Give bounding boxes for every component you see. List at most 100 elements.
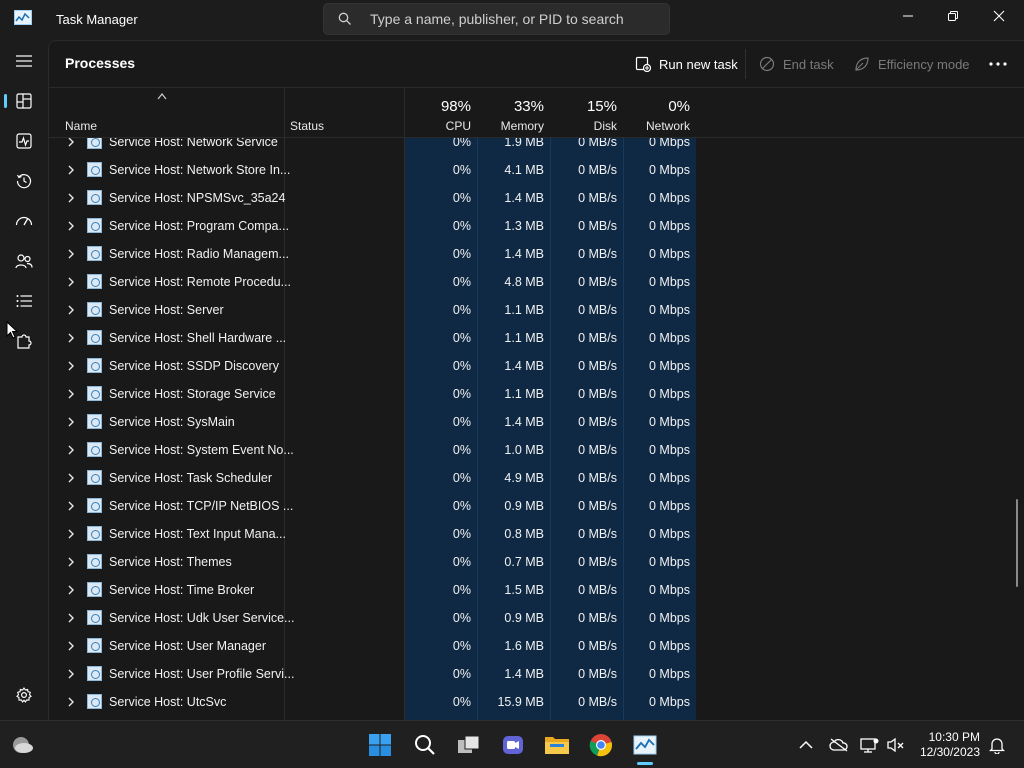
process-row[interactable]: Service Host: Remote Procedu... 0% 4.8 MB 0… (49, 268, 1024, 296)
nav-startup-apps[interactable] (4, 204, 44, 238)
process-name: Service Host: User Profile Servi... (109, 667, 295, 681)
process-row[interactable]: Service Host: TCP/IP NetBIOS ... 0% 0.9 MB… (49, 492, 1024, 520)
taskbar: 10:30 PM 12/30/2023 (0, 720, 1024, 768)
process-row[interactable]: Service Host: Program Compa... 0% 1.3 MB 0 … (49, 212, 1024, 240)
task-view-button[interactable] (455, 731, 483, 759)
file-explorer-button[interactable] (543, 731, 571, 759)
process-row[interactable]: Service Host: Text Input Mana... 0% 0.8 MB… (49, 520, 1024, 548)
toolbar: Processes Run new task End task Efficien… (49, 41, 1024, 87)
end-task-button[interactable]: End task (759, 53, 834, 75)
expand-chevron-icon[interactable] (67, 585, 75, 595)
expand-chevron-icon[interactable] (67, 529, 75, 539)
process-memory: 1.4 MB (504, 359, 544, 373)
process-row[interactable]: Service Host: SysMain 0% 1.4 MB 0 MB/s 0 Mbp… (49, 408, 1024, 436)
expand-chevron-icon[interactable] (67, 249, 75, 259)
column-name[interactable]: Name (49, 88, 284, 137)
column-disk-label: Disk (593, 119, 617, 133)
nav-users[interactable] (4, 244, 44, 278)
hamburger-menu-button[interactable] (4, 44, 44, 78)
close-button[interactable] (976, 0, 1022, 32)
process-name: Service Host: Radio Managem... (109, 247, 289, 261)
more-options-button[interactable] (989, 53, 1007, 75)
restore-button[interactable] (930, 0, 976, 32)
nav-processes[interactable] (4, 84, 44, 118)
notifications-button[interactable] (983, 731, 1011, 759)
process-cpu: 0% (452, 583, 471, 597)
network-status-button[interactable] (856, 731, 884, 759)
expand-chevron-icon[interactable] (67, 389, 75, 399)
restore-icon (948, 11, 958, 21)
process-network: 0 Mbps (649, 331, 690, 345)
expand-chevron-icon[interactable] (67, 361, 75, 371)
process-row[interactable]: Service Host: Themes 0% 0.7 MB 0 MB/s 0 Mbps (49, 548, 1024, 576)
search-box[interactable] (323, 3, 670, 35)
expand-chevron-icon[interactable] (67, 193, 75, 203)
process-row[interactable]: Service Host: Server 0% 1.1 MB 0 MB/s 0 Mbps (49, 296, 1024, 324)
vertical-scrollbar-thumb[interactable] (1016, 499, 1018, 587)
task-manager-taskbar-button[interactable] (631, 731, 659, 759)
column-disk[interactable]: 15% Disk (550, 88, 623, 137)
process-row[interactable]: Service Host: SSDP Discovery 0% 1.4 MB 0 MB… (49, 352, 1024, 380)
column-network[interactable]: 0% Network (623, 88, 696, 137)
chrome-button[interactable] (587, 731, 615, 759)
column-memory[interactable]: 33% Memory (477, 88, 550, 137)
efficiency-mode-button[interactable]: Efficiency mode (854, 53, 970, 75)
process-row[interactable]: Service Host: Task Scheduler 0% 4.9 MB 0 MB… (49, 464, 1024, 492)
expand-chevron-icon[interactable] (67, 445, 75, 455)
process-disk: 0 MB/s (578, 639, 617, 653)
nav-app-history[interactable] (4, 164, 44, 198)
process-network: 0 Mbps (649, 219, 690, 233)
show-hidden-icons-button[interactable] (792, 731, 820, 759)
process-disk: 0 MB/s (578, 443, 617, 457)
process-network: 0 Mbps (649, 555, 690, 569)
process-row[interactable]: Service Host: Storage Service 0% 1.1 MB 0 M… (49, 380, 1024, 408)
expand-chevron-icon[interactable] (67, 613, 75, 623)
onedrive-button[interactable] (825, 731, 853, 759)
process-row[interactable]: Service Host: Network Service 0% 1.9 MB 0 M… (49, 138, 1024, 156)
expand-chevron-icon[interactable] (67, 669, 75, 679)
expand-chevron-icon[interactable] (67, 333, 75, 343)
settings-button[interactable] (4, 678, 44, 712)
taskbar-search-button[interactable] (411, 731, 439, 759)
process-row[interactable]: Service Host: Radio Managem... 0% 1.4 MB 0 … (49, 240, 1024, 268)
process-memory: 0.8 MB (504, 527, 544, 541)
process-disk: 0 MB/s (578, 191, 617, 205)
process-row[interactable]: Service Host: Udk User Service... 0% 0.9 M… (49, 604, 1024, 632)
minimize-button[interactable] (885, 0, 931, 32)
expand-chevron-icon[interactable] (67, 417, 75, 427)
weather-widget[interactable] (9, 731, 37, 759)
expand-chevron-icon[interactable] (67, 277, 75, 287)
expand-chevron-icon[interactable] (67, 473, 75, 483)
column-cpu[interactable]: 98% CPU (404, 88, 477, 137)
service-host-icon (87, 638, 102, 653)
expand-chevron-icon[interactable] (67, 221, 75, 231)
process-row[interactable]: Service Host: NPSMSvc_35a24 0% 1.4 MB 0 MB/… (49, 184, 1024, 212)
search-icon (415, 735, 435, 755)
nav-performance[interactable] (4, 124, 44, 158)
start-button[interactable] (366, 731, 394, 759)
expand-chevron-icon[interactable] (67, 501, 75, 511)
expand-chevron-icon[interactable] (67, 165, 75, 175)
expand-chevron-icon[interactable] (67, 557, 75, 567)
process-row[interactable]: Service Host: Time Broker 0% 1.5 MB 0 MB/s 0… (49, 576, 1024, 604)
column-status[interactable]: Status (284, 88, 404, 137)
teams-chat-button[interactable] (499, 731, 527, 759)
expand-chevron-icon[interactable] (67, 697, 75, 707)
process-row[interactable]: Service Host: User Manager 0% 1.6 MB 0 MB/s… (49, 632, 1024, 660)
volume-button[interactable] (882, 731, 910, 759)
run-new-task-button[interactable]: Run new task (635, 53, 738, 75)
expand-chevron-icon[interactable] (67, 641, 75, 651)
search-input[interactable] (370, 4, 660, 34)
expand-chevron-icon[interactable] (67, 305, 75, 315)
nav-details[interactable] (4, 284, 44, 318)
process-disk: 0 MB/s (578, 555, 617, 569)
process-row[interactable]: Service Host: User Profile Servi... 0% 1.4… (49, 660, 1024, 688)
process-row[interactable]: Service Host: Shell Hardware ... 0% 1.1 MB… (49, 324, 1024, 352)
service-host-icon (87, 554, 102, 569)
clock[interactable]: 10:30 PM 12/30/2023 (920, 730, 980, 760)
expand-chevron-icon[interactable] (67, 138, 75, 147)
more-dots-icon (989, 62, 1007, 66)
process-row[interactable]: Service Host: UtcSvc 0% 15.9 MB 0 MB/s 0 Mbp… (49, 688, 1024, 716)
process-row[interactable]: Service Host: System Event No... 0% 1.0 MB… (49, 436, 1024, 464)
process-row[interactable]: Service Host: Network Store In... 0% 4.1 M… (49, 156, 1024, 184)
